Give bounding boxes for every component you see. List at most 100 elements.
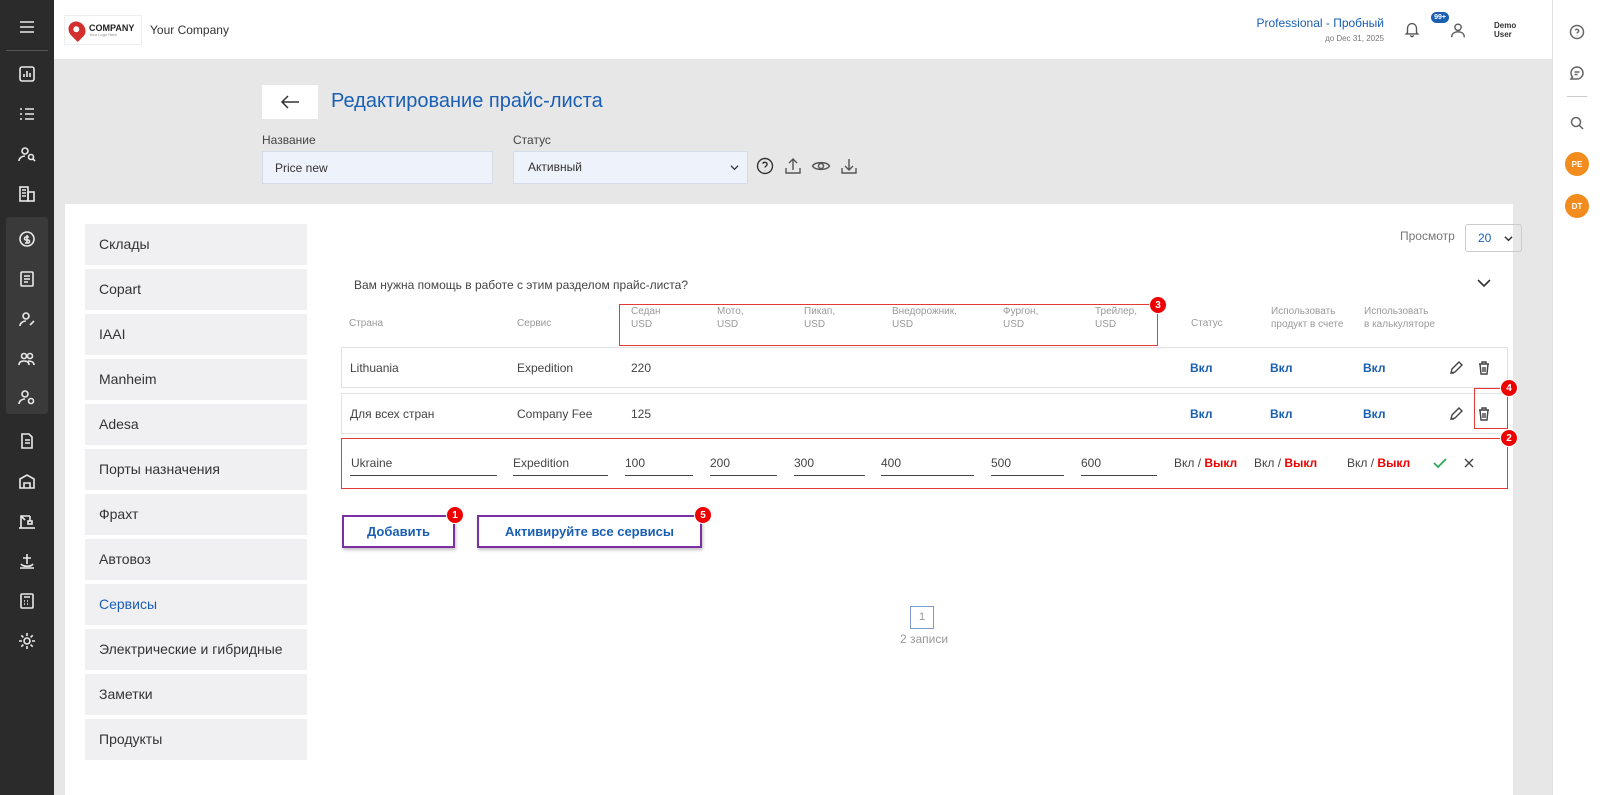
document-icon[interactable] bbox=[0, 422, 54, 460]
user-badge-dt[interactable]: DT bbox=[1565, 194, 1589, 218]
add-button[interactable]: Добавить bbox=[342, 515, 455, 548]
dollar-cycle-icon[interactable] bbox=[0, 220, 54, 258]
row-calculator-toggle[interactable]: Вкл bbox=[1363, 407, 1385, 421]
activate-all-services-button[interactable]: Активируйте все сервисы bbox=[477, 515, 702, 548]
sidemenu-item-notes[interactable]: Заметки bbox=[85, 674, 307, 715]
row-invoice-toggle[interactable]: Вкл bbox=[1270, 407, 1292, 421]
confirm-check-icon[interactable] bbox=[1432, 455, 1450, 473]
moto-input-underline bbox=[710, 475, 777, 476]
user-last-name: User bbox=[1494, 29, 1512, 39]
sidemenu-item-car-carrier[interactable]: Автовоз bbox=[85, 539, 307, 580]
port-icon[interactable] bbox=[0, 542, 54, 580]
col-header-use-in-invoice: Использовать продукт в счете bbox=[1271, 306, 1344, 330]
chevron-down-icon bbox=[730, 165, 739, 171]
table-row: Для всех стран Company Fee 125 Вкл Вкл В… bbox=[341, 393, 1508, 434]
sidemenu-item-freight[interactable]: Фрахт bbox=[85, 494, 307, 535]
row-status-toggle[interactable]: Вкл bbox=[1190, 407, 1212, 421]
user-avatar-icon[interactable] bbox=[1449, 21, 1467, 44]
sidemenu-item-adesa[interactable]: Adesa bbox=[85, 404, 307, 445]
notifications-bell-icon[interactable] bbox=[1403, 20, 1423, 40]
trailer-input-underline bbox=[1081, 475, 1157, 476]
row-status-toggle[interactable]: Вкл bbox=[1190, 361, 1212, 375]
chat-icon[interactable] bbox=[1567, 63, 1587, 83]
user-settings-icon[interactable] bbox=[0, 378, 54, 416]
eye-preview-icon[interactable] bbox=[810, 155, 832, 177]
calculator-icon[interactable] bbox=[0, 582, 54, 620]
pickup-price-input[interactable]: 300 bbox=[794, 456, 814, 470]
sidemenu-item-products[interactable]: Продукты bbox=[85, 719, 307, 760]
download-icon[interactable] bbox=[838, 155, 860, 177]
suv-input-underline bbox=[881, 475, 974, 476]
search-icon[interactable] bbox=[1567, 113, 1587, 133]
settings-gear-icon[interactable] bbox=[0, 622, 54, 660]
sedan-price-input[interactable]: 100 bbox=[625, 456, 645, 470]
ledger-icon[interactable] bbox=[0, 260, 54, 298]
moto-price-input[interactable]: 200 bbox=[710, 456, 730, 470]
edit-pencil-icon[interactable] bbox=[1448, 406, 1466, 424]
name-input[interactable] bbox=[262, 151, 493, 184]
sidemenu-item-services[interactable]: Сервисы bbox=[85, 584, 307, 625]
pickup-input-underline bbox=[794, 475, 865, 476]
sidemenu-item-warehouses[interactable]: Склады bbox=[85, 224, 307, 265]
chevron-down-icon bbox=[1504, 236, 1513, 242]
row-invoice-toggle[interactable]: Вкл bbox=[1270, 361, 1292, 375]
sidemenu-item-ports[interactable]: Порты назначения bbox=[85, 449, 307, 490]
van-price-input[interactable]: 500 bbox=[991, 456, 1011, 470]
country-input-value[interactable]: Ukraine bbox=[351, 456, 392, 470]
dashboard-chart-icon[interactable] bbox=[0, 55, 54, 93]
plan-title[interactable]: Professional - Пробный bbox=[1257, 16, 1385, 30]
arrow-left-icon bbox=[280, 95, 299, 109]
status-select[interactable]: Активный bbox=[513, 151, 748, 184]
calculator-on-off-toggle[interactable]: Вкл / Выкл bbox=[1347, 456, 1410, 470]
service-input-value[interactable]: Expedition bbox=[513, 456, 569, 470]
plan-expiry: до Dec 31, 2025 bbox=[1325, 34, 1384, 43]
pagination-page-1[interactable]: 1 bbox=[910, 606, 934, 629]
user-edit-icon[interactable] bbox=[0, 300, 54, 338]
sidemenu-item-copart[interactable]: Copart bbox=[85, 269, 307, 310]
chevron-down-icon[interactable] bbox=[1477, 276, 1493, 292]
page-size-value: 20 bbox=[1478, 231, 1492, 245]
row-calculator-toggle[interactable]: Вкл bbox=[1363, 361, 1385, 375]
user-badge-pe[interactable]: PE bbox=[1565, 152, 1589, 176]
crane-icon[interactable] bbox=[0, 502, 54, 540]
back-button[interactable] bbox=[262, 85, 318, 119]
sidemenu-item-manheim[interactable]: Manheim bbox=[85, 359, 307, 400]
users-group-icon[interactable] bbox=[0, 340, 54, 378]
annotation-badge-5: 5 bbox=[694, 506, 712, 524]
hamburger-menu-icon[interactable] bbox=[0, 8, 54, 46]
suv-price-input[interactable]: 400 bbox=[881, 456, 901, 470]
van-input-underline bbox=[991, 475, 1064, 476]
edit-pencil-icon[interactable] bbox=[1448, 360, 1466, 378]
row-sedan-price: 125 bbox=[631, 407, 652, 421]
help-question-icon[interactable] bbox=[754, 155, 776, 177]
notifications-count-badge: 99+ bbox=[1431, 12, 1449, 23]
annotation-badge-3: 3 bbox=[1149, 296, 1167, 314]
sidemenu-item-iaai[interactable]: IAAI bbox=[85, 314, 307, 355]
cancel-close-icon[interactable] bbox=[1461, 455, 1479, 473]
user-name[interactable]: Demo User bbox=[1494, 21, 1520, 40]
warehouse-icon[interactable] bbox=[0, 462, 54, 500]
status-on-off-toggle[interactable]: Вкл / Выкл bbox=[1174, 456, 1237, 470]
building-icon[interactable] bbox=[0, 175, 54, 213]
users-search-icon[interactable] bbox=[0, 135, 54, 173]
page-title: Редактирование прайс-листа bbox=[331, 90, 603, 112]
list-check-icon[interactable] bbox=[0, 95, 54, 133]
upload-icon[interactable] bbox=[782, 155, 804, 177]
logo-pin-icon bbox=[64, 17, 90, 43]
help-accordion-title[interactable]: Вам нужна помощь в работе с этим раздело… bbox=[354, 278, 688, 292]
new-service-row: Ukraine Expedition 100 200 300 400 500 6… bbox=[341, 438, 1508, 489]
sidemenu-item-electric-hybrid[interactable]: Электрические и гибридные bbox=[85, 629, 307, 670]
subscription-plan[interactable]: Professional - Пробный до Dec 31, 2025 bbox=[1257, 16, 1385, 43]
right-rail: PE DT bbox=[1552, 0, 1600, 795]
delete-trash-icon[interactable] bbox=[1476, 360, 1494, 378]
help-question-icon[interactable] bbox=[1567, 22, 1587, 42]
page-size-label: Просмотр bbox=[1400, 229, 1455, 243]
company-logo[interactable]: COMPANY Your Logo Here bbox=[64, 15, 142, 45]
pricelist-panel: Склады Copart IAAI Manheim Adesa Порты н… bbox=[65, 204, 1522, 795]
invoice-on-off-toggle[interactable]: Вкл / Выкл bbox=[1254, 456, 1317, 470]
trailer-price-input[interactable]: 600 bbox=[1081, 456, 1101, 470]
page-size-select[interactable]: 20 bbox=[1465, 224, 1522, 252]
status-select-value: Активный bbox=[528, 160, 582, 174]
name-label: Название bbox=[262, 133, 316, 147]
row-service: Expedition bbox=[517, 361, 574, 375]
